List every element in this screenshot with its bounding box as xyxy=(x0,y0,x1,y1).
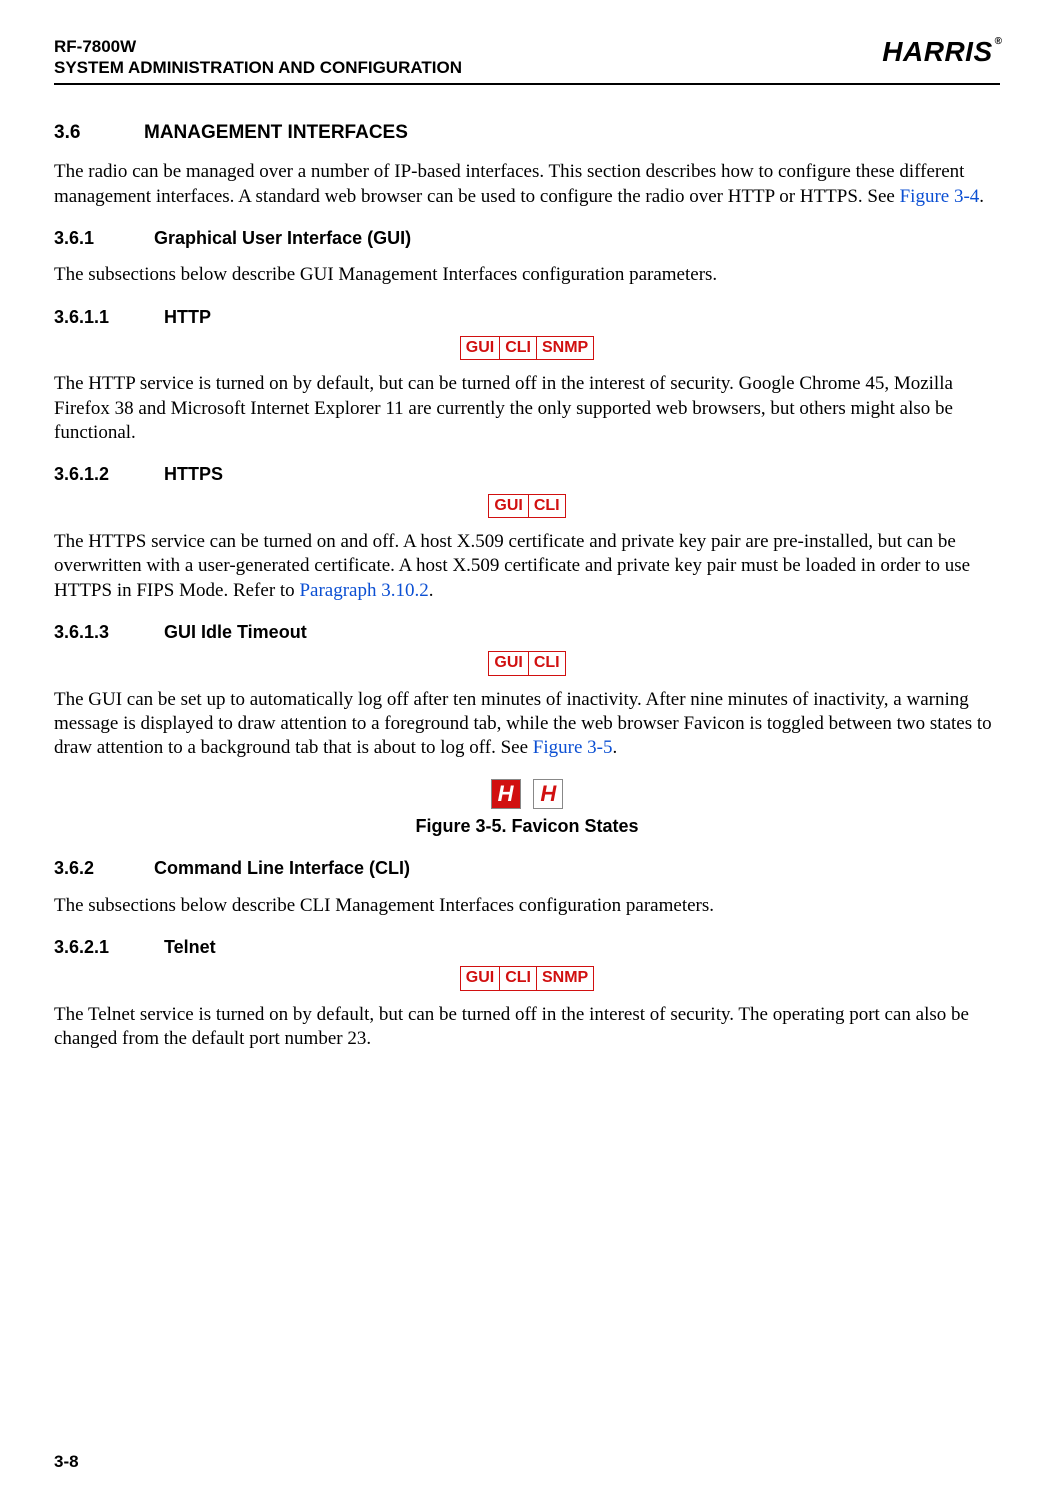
tag-snmp: SNMP xyxy=(537,337,594,360)
text: . xyxy=(979,186,984,207)
heading-title: Graphical User Interface (GUI) xyxy=(154,228,411,248)
para-3-6-2-1: The Telnet service is turned on by defau… xyxy=(54,1003,1000,1052)
para-3-6: The radio can be managed over a number o… xyxy=(54,160,1000,209)
tag-gui: GUI xyxy=(460,967,499,990)
header-right: HARRIS ® xyxy=(882,36,1000,66)
heading-title: MANAGEMENT INTERFACES xyxy=(144,122,408,143)
heading-title: HTTPS xyxy=(164,464,223,484)
link-figure-3-4[interactable]: Figure 3-4 xyxy=(900,186,980,207)
registered-mark: ® xyxy=(995,36,1002,47)
text: The radio can be managed over a number o… xyxy=(54,161,964,206)
figure-3-5: H H xyxy=(54,779,1000,809)
page-header: RF-7800W SYSTEM ADMINISTRATION AND CONFI… xyxy=(54,36,1000,85)
header-left: RF-7800W SYSTEM ADMINISTRATION AND CONFI… xyxy=(54,36,462,79)
tag-cli: CLI xyxy=(500,967,537,990)
tag-cli: CLI xyxy=(528,494,565,517)
product-name: RF-7800W xyxy=(54,36,462,57)
heading-title: GUI Idle Timeout xyxy=(164,622,307,642)
heading-3-6-1-2: 3.6.1.2HTTPS xyxy=(54,463,1000,486)
heading-number: 3.6.2 xyxy=(54,857,154,880)
tag-snmp: SNMP xyxy=(537,967,594,990)
favicon-state-warning-icon: H xyxy=(533,779,563,809)
heading-title: Command Line Interface (CLI) xyxy=(154,858,410,878)
interface-tags-gui-idle: GUI CLI xyxy=(488,651,565,675)
para-3-6-1: The subsections below describe GUI Manag… xyxy=(54,263,1000,287)
heading-3-6-1-3: 3.6.1.3GUI Idle Timeout xyxy=(54,621,1000,644)
page-content: 3.6MANAGEMENT INTERFACES The radio can b… xyxy=(54,85,1000,1052)
tag-cli: CLI xyxy=(528,652,565,675)
tag-gui: GUI xyxy=(489,494,528,517)
text: . xyxy=(612,737,617,758)
heading-number: 3.6.1.2 xyxy=(54,463,164,486)
para-3-6-1-2: The HTTPS service can be turned on and o… xyxy=(54,530,1000,603)
link-para-3-10-2[interactable]: Paragraph 3.10.2 xyxy=(299,580,428,601)
brand-logo: HARRIS xyxy=(882,38,992,66)
heading-3-6-2-1: 3.6.2.1Telnet xyxy=(54,936,1000,959)
heading-number: 3.6 xyxy=(54,121,144,145)
link-figure-3-5[interactable]: Figure 3-5 xyxy=(533,737,613,758)
heading-3-6-2: 3.6.2Command Line Interface (CLI) xyxy=(54,857,1000,880)
heading-number: 3.6.2.1 xyxy=(54,936,164,959)
text: The HTTPS service can be turned on and o… xyxy=(54,531,970,601)
doc-subtitle: SYSTEM ADMINISTRATION AND CONFIGURATION xyxy=(54,57,462,78)
figure-3-5-caption: Figure 3-5. Favicon States xyxy=(54,815,1000,838)
heading-3-6-1-1: 3.6.1.1HTTP xyxy=(54,306,1000,329)
heading-number: 3.6.1.1 xyxy=(54,306,164,329)
text: The GUI can be set up to automatically l… xyxy=(54,689,992,759)
para-3-6-1-1: The HTTP service is turned on by default… xyxy=(54,372,1000,445)
heading-number: 3.6.1.3 xyxy=(54,621,164,644)
tag-cli: CLI xyxy=(500,337,537,360)
heading-title: HTTP xyxy=(164,307,211,327)
favicon-state-active-icon: H xyxy=(491,779,521,809)
text: . xyxy=(429,580,434,601)
page: RF-7800W SYSTEM ADMINISTRATION AND CONFI… xyxy=(0,0,1054,1506)
para-3-6-2: The subsections below describe CLI Manag… xyxy=(54,894,1000,918)
interface-tags-http: GUI CLI SNMP xyxy=(460,336,594,360)
heading-title: Telnet xyxy=(164,937,216,957)
heading-number: 3.6.1 xyxy=(54,227,154,250)
interface-tags-telnet: GUI CLI SNMP xyxy=(460,966,594,990)
tag-gui: GUI xyxy=(489,652,528,675)
page-number: 3-8 xyxy=(54,1452,79,1472)
heading-3-6: 3.6MANAGEMENT INTERFACES xyxy=(54,121,1000,145)
interface-tags-https: GUI CLI xyxy=(488,494,565,518)
para-3-6-1-3: The GUI can be set up to automatically l… xyxy=(54,688,1000,761)
heading-3-6-1: 3.6.1Graphical User Interface (GUI) xyxy=(54,227,1000,250)
tag-gui: GUI xyxy=(460,337,499,360)
